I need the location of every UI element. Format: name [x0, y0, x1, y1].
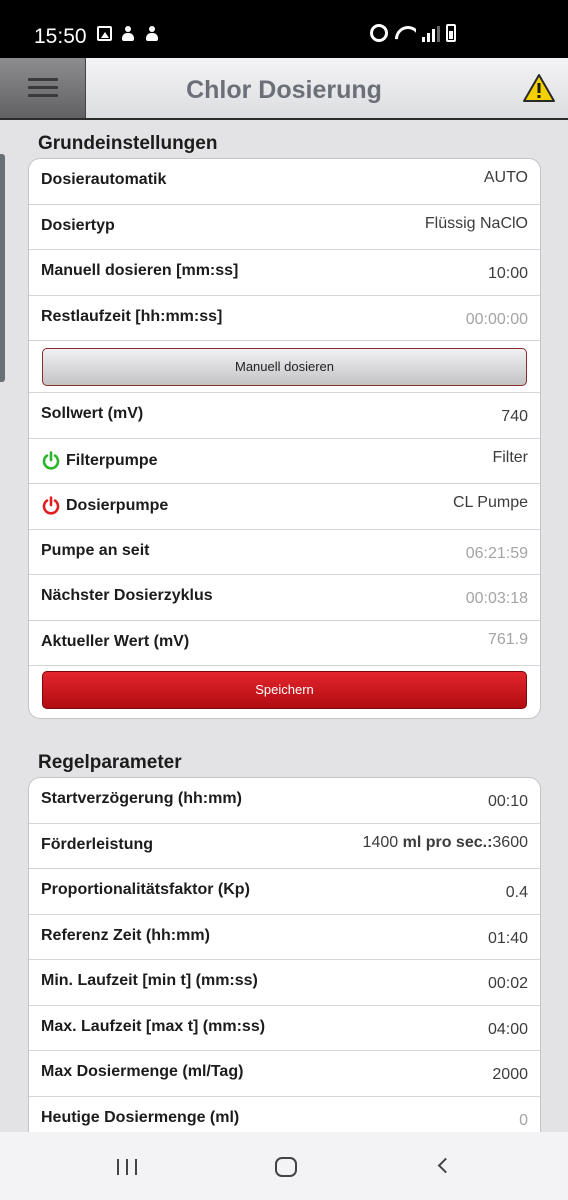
back-icon[interactable]: [437, 1157, 454, 1174]
content-area[interactable]: Grundeinstellungen Dosierautomatik AUTO …: [0, 120, 568, 1132]
row-value: AUTO: [483, 169, 528, 186]
row-max-dosiermenge[interactable]: Max Dosiermenge (ml/Tag) 2000: [29, 1051, 540, 1097]
warning-icon[interactable]: [522, 73, 556, 103]
row-startverzoegerung[interactable]: Startverzögerung (hh:mm) 00:10: [29, 778, 540, 824]
row-label: Manuell dosieren [mm:ss]: [41, 262, 239, 279]
gallery-notification-icon: [97, 26, 112, 41]
foerderleistung-unit: ml pro sec.:: [402, 833, 493, 851]
row-value: 761.9: [487, 630, 528, 648]
filterpumpe-label: Filterpumpe: [66, 451, 158, 469]
row-filterpumpe[interactable]: Filterpumpe Filter: [29, 439, 540, 484]
signal-icon: [422, 26, 440, 42]
row-value: Flüssig NaClO: [424, 214, 528, 232]
app-notification-icon: [121, 26, 136, 41]
app-notification-icon: [145, 26, 160, 41]
row-dosierautomatik[interactable]: Dosierautomatik AUTO: [29, 159, 540, 205]
row-label: Dosierautomatik: [41, 171, 167, 188]
row-label: Min. Laufzeit [min t] (mm:ss): [41, 972, 258, 989]
row-value: 01:40: [487, 929, 528, 947]
wifi-icon: [394, 24, 416, 42]
row-foerderleistung[interactable]: Förderleistung 1400 ml pro sec.:3600: [29, 824, 540, 869]
row-value: 00:00:00: [465, 310, 528, 328]
row-value: 00:03:18: [465, 590, 528, 607]
row-value: Filter: [492, 448, 528, 466]
row-label: Sollwert (mV): [41, 405, 144, 422]
row-label: Proportionalitätsfaktor (Kp): [41, 881, 250, 898]
row-label: Max Dosiermenge (ml/Tag): [41, 1063, 244, 1080]
system-nav-bar: [0, 1132, 568, 1200]
battery-icon: [446, 24, 456, 42]
foerderleistung-seconds: 3600: [492, 833, 528, 851]
row-heutige-dosiermenge: Heutige Dosiermenge (ml) 0: [29, 1097, 540, 1133]
grundeinstellungen-card: Dosierautomatik AUTO Dosiertyp Flüssig N…: [28, 158, 541, 719]
section-title-regelparameter: Regelparameter: [38, 752, 182, 773]
recent-apps-icon[interactable]: [117, 1159, 137, 1175]
row-sollwert[interactable]: Sollwert (mV) 740: [29, 393, 540, 439]
row-label: Referenz Zeit (hh:mm): [41, 926, 210, 944]
row-value: 2000: [492, 1066, 528, 1083]
row-manuell-dosieren[interactable]: Manuell dosieren [mm:ss] 10:00: [29, 250, 540, 296]
dosierpumpe-label: Dosierpumpe: [66, 497, 169, 514]
row-label: Max. Laufzeit [max t] (mm:ss): [41, 1017, 266, 1035]
row-label: Förderleistung: [41, 835, 154, 853]
row-value: 00:02: [487, 975, 528, 992]
row-label: Pumpe an seit: [41, 541, 150, 559]
row-proportionalitaetsfaktor[interactable]: Proportionalitätsfaktor (Kp) 0.4: [29, 869, 540, 915]
row-value: 740: [501, 408, 528, 425]
row-label: Dosiertyp: [41, 216, 115, 234]
home-icon[interactable]: [275, 1157, 297, 1177]
scroll-indicator[interactable]: [0, 154, 5, 382]
row-label: Heutige Dosiermenge (ml): [41, 1108, 240, 1126]
foerderleistung-value: 1400: [362, 833, 399, 851]
speichern-button[interactable]: Speichern: [42, 671, 527, 709]
power-off-icon: [42, 496, 60, 515]
page-title: Chlor Dosierung: [186, 76, 382, 104]
status-time: 15:50: [34, 25, 87, 48]
status-bar: 15:50: [0, 0, 568, 58]
row-label-with-icon: Dosierpumpe: [41, 496, 168, 516]
menu-button[interactable]: [0, 58, 86, 118]
row-pumpe-an-seit: Pumpe an seit 06:21:59: [29, 530, 540, 575]
row-label-with-icon: Filterpumpe: [41, 450, 158, 471]
row-value: 1400 ml pro sec.:3600: [363, 834, 528, 852]
section-title-grundeinstellungen: Grundeinstellungen: [38, 133, 218, 154]
row-manual-button: Manuell dosieren: [29, 341, 540, 393]
row-value: CL Pumpe: [453, 494, 528, 511]
row-naechster-dosierzyklus: Nächster Dosierzyklus 00:03:18: [29, 575, 540, 621]
regelparameter-card: Startverzögerung (hh:mm) 00:10 Förderlei…: [28, 777, 541, 1132]
row-value: 10:00: [487, 265, 528, 282]
menu-icon: [28, 78, 58, 102]
row-value: 0.4: [505, 884, 528, 901]
row-save-button: Speichern: [29, 666, 540, 718]
row-value: 0: [519, 1111, 528, 1129]
row-value: 04:00: [487, 1020, 528, 1038]
row-label: Restlaufzeit [hh:mm:ss]: [41, 307, 223, 325]
row-restlaufzeit: Restlaufzeit [hh:mm:ss] 00:00:00: [29, 296, 540, 341]
row-label: Aktueller Wert (mV): [41, 632, 190, 650]
row-referenz-zeit[interactable]: Referenz Zeit (hh:mm) 01:40: [29, 915, 540, 960]
alarm-icon: [370, 24, 388, 42]
row-value: 06:21:59: [465, 544, 528, 562]
power-on-icon: [42, 450, 60, 470]
app-header: Chlor Dosierung: [0, 58, 568, 120]
row-label: Startverzögerung (hh:mm): [41, 790, 242, 807]
row-max-laufzeit[interactable]: Max. Laufzeit [max t] (mm:ss) 04:00: [29, 1006, 540, 1051]
row-value: 00:10: [487, 793, 528, 810]
row-aktueller-wert: Aktueller Wert (mV) 761.9: [29, 621, 540, 666]
row-dosiertyp[interactable]: Dosiertyp Flüssig NaClO: [29, 205, 540, 250]
row-dosierpumpe[interactable]: Dosierpumpe CL Pumpe: [29, 484, 540, 530]
manuell-dosieren-button[interactable]: Manuell dosieren: [42, 348, 527, 386]
row-label: Nächster Dosierzyklus: [41, 587, 213, 604]
notification-icons: [97, 26, 160, 41]
row-min-laufzeit[interactable]: Min. Laufzeit [min t] (mm:ss) 00:02: [29, 960, 540, 1006]
system-icons: [370, 24, 456, 42]
